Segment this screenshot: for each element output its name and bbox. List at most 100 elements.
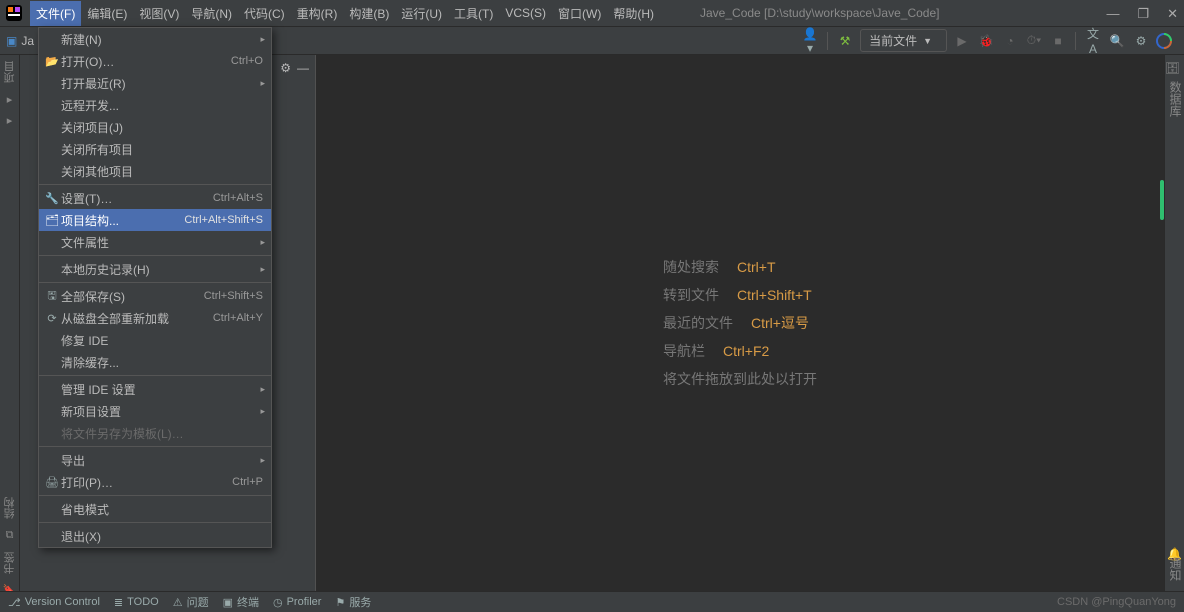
terminal-icon: ▣	[223, 596, 233, 609]
build-icon[interactable]: ⚒	[836, 34, 854, 48]
menu-build[interactable]: 构建(B)	[343, 1, 395, 26]
menu-bar: 文件(F) 编辑(E) 视图(V) 导航(N) 代码(C) 重构(R) 构建(B…	[0, 0, 1184, 27]
menu-local-history[interactable]: 本地历史记录(H)▸	[39, 258, 271, 280]
hint-search-key: Ctrl+T	[737, 259, 776, 275]
hint-navbar-key: Ctrl+F2	[723, 343, 769, 359]
menu-manage-ide[interactable]: 管理 IDE 设置▸	[39, 378, 271, 400]
branch-icon: ⎇	[8, 596, 21, 609]
menu-repair-ide[interactable]: 修复 IDE	[39, 329, 271, 351]
wrench-icon: 🔧	[43, 192, 61, 205]
window-minimize-icon[interactable]: —	[1106, 6, 1119, 21]
watermark: CSDN @PingQuanYong	[1057, 596, 1176, 608]
menu-remote-dev[interactable]: 远程开发...	[39, 94, 271, 116]
right-tool-strip: 🗄 数据库 🔔 通知	[1164, 55, 1184, 591]
status-terminal[interactable]: ▣终端	[223, 594, 259, 610]
debug-icon[interactable]: 🐞	[977, 34, 995, 48]
window-maximize-icon[interactable]: ❐	[1137, 6, 1149, 22]
hint-search-label: 随处搜索	[663, 259, 719, 275]
save-icon: 🖫	[43, 287, 61, 306]
window-close-icon[interactable]: ✕	[1167, 6, 1178, 22]
menu-navigate[interactable]: 导航(N)	[185, 1, 238, 26]
status-bar: ⎇Version Control ≣TODO ⚠问题 ▣终端 ◷Profiler…	[0, 591, 1184, 612]
menu-reload[interactable]: ⟳从磁盘全部重新加载Ctrl+Alt+Y	[39, 307, 271, 329]
menu-clear-cache[interactable]: 清除缓存...	[39, 351, 271, 373]
status-services[interactable]: ⚑服务	[335, 594, 371, 610]
database-icon[interactable]: 🗄	[1165, 55, 1184, 75]
menu-power-save[interactable]: 省电模式	[39, 498, 271, 520]
chevron-right-icon[interactable]: ▸	[0, 89, 19, 110]
toolwin-database[interactable]: 数据库	[1165, 75, 1184, 123]
chevron-down-icon: ▼	[923, 36, 932, 46]
structure-icon[interactable]: ⧉	[0, 525, 19, 546]
window-title: Jave_Code [D:\study\workspace\Jave_Code]	[700, 6, 939, 20]
menu-new[interactable]: 新建(N)▸	[39, 28, 271, 50]
menu-refactor[interactable]: 重构(R)	[291, 1, 344, 26]
menu-file[interactable]: 文件(F)	[30, 1, 81, 26]
toolwin-structure[interactable]: 结构	[0, 491, 20, 525]
app-icon	[6, 5, 22, 21]
status-vcs[interactable]: ⎇Version Control	[8, 596, 100, 609]
settings-icon[interactable]: ⚙	[1132, 34, 1150, 48]
menu-window[interactable]: 窗口(W)	[552, 1, 607, 26]
profiler-icon: ◷	[273, 596, 283, 609]
services-icon: ⚑	[335, 596, 345, 609]
run-config-selector[interactable]: 当前文件 ▼	[860, 29, 947, 52]
menu-save-as-template: 将文件另存为模板(L)…	[39, 422, 271, 444]
file-menu-dropdown: 新建(N)▸ 📂打开(O)…Ctrl+O 打开最近(R)▸ 远程开发... 关闭…	[38, 27, 272, 548]
editor-empty-state: 随处搜索 Ctrl+T 转到文件 Ctrl+Shift+T 最近的文件 Ctrl+逗号…	[316, 55, 1164, 591]
status-problems[interactable]: ⚠问题	[173, 594, 209, 610]
hint-recent-label: 最近的文件	[663, 315, 733, 331]
profile-icon[interactable]: ⏱▾	[1025, 33, 1043, 48]
chevron-right-icon[interactable]: ▸	[0, 110, 19, 131]
folder-icon: ▣	[6, 34, 17, 48]
toolwin-notifications[interactable]: 通知	[1165, 551, 1184, 587]
menu-edit[interactable]: 编辑(E)	[81, 1, 133, 26]
menu-code[interactable]: 代码(C)	[238, 1, 291, 26]
menu-save-all[interactable]: 🖫全部保存(S)Ctrl+Shift+S	[39, 285, 271, 307]
proj-settings-icon[interactable]: ⚙	[280, 61, 291, 75]
menu-print[interactable]: 🖨打印(P)…Ctrl+P	[39, 471, 271, 493]
menu-tools[interactable]: 工具(T)	[448, 1, 499, 26]
menu-vcs[interactable]: VCS(S)	[499, 2, 552, 24]
project-structure-icon: 🗂	[43, 214, 61, 227]
run-icon[interactable]: ▶	[953, 34, 971, 48]
menu-close-all[interactable]: 关闭所有项目	[39, 138, 271, 160]
hint-recent-key: Ctrl+逗号	[751, 315, 809, 331]
print-icon: 🖨	[43, 476, 61, 489]
menu-new-project-settings[interactable]: 新项目设置▸	[39, 400, 271, 422]
toolwin-bookmarks[interactable]: 书签	[0, 546, 20, 580]
menu-help[interactable]: 帮助(H)	[607, 1, 660, 26]
toolwin-project[interactable]: 项目	[0, 55, 20, 89]
coverage-icon[interactable]: ◔	[1001, 34, 1019, 48]
menu-view[interactable]: 视图(V)	[133, 1, 185, 26]
menu-open[interactable]: 📂打开(O)…Ctrl+O	[39, 50, 271, 72]
list-icon: ≣	[114, 596, 123, 609]
gutter-indicator	[1160, 180, 1164, 220]
hint-drop: 将文件拖放到此处以打开	[663, 369, 817, 389]
user-icon[interactable]: 👤▾	[801, 27, 819, 55]
hint-navbar-label: 导航栏	[663, 343, 705, 359]
warning-icon: ⚠	[173, 596, 183, 609]
menu-close-other[interactable]: 关闭其他项目	[39, 160, 271, 182]
reload-icon: ⟳	[43, 312, 61, 325]
translate-icon[interactable]: 文A	[1084, 25, 1102, 56]
stop-icon[interactable]: ■	[1049, 34, 1067, 48]
status-todo[interactable]: ≣TODO	[114, 596, 159, 609]
menu-project-structure[interactable]: 🗂项目结构...Ctrl+Alt+Shift+S	[39, 209, 271, 231]
proj-hide-icon[interactable]: —	[297, 61, 309, 75]
menu-close-project[interactable]: 关闭项目(J)	[39, 116, 271, 138]
status-profiler[interactable]: ◷Profiler	[273, 596, 321, 609]
menu-run[interactable]: 运行(U)	[395, 1, 448, 26]
menu-open-recent[interactable]: 打开最近(R)▸	[39, 72, 271, 94]
folder-open-icon: 📂	[43, 55, 61, 68]
hint-gotofile-label: 转到文件	[663, 287, 719, 303]
menu-file-properties[interactable]: 文件属性▸	[39, 231, 271, 253]
run-config-label: 当前文件	[869, 32, 917, 49]
search-icon[interactable]: 🔍	[1108, 34, 1126, 48]
menu-export[interactable]: 导出▸	[39, 449, 271, 471]
menu-exit[interactable]: 退出(X)	[39, 525, 271, 547]
plugin-icon[interactable]	[1156, 33, 1174, 49]
hint-gotofile-key: Ctrl+Shift+T	[737, 287, 812, 303]
menu-settings[interactable]: 🔧设置(T)…Ctrl+Alt+S	[39, 187, 271, 209]
left-tool-strip: 项目 ▸ ▸ 结构 ⧉ 书签 🔖	[0, 55, 20, 591]
